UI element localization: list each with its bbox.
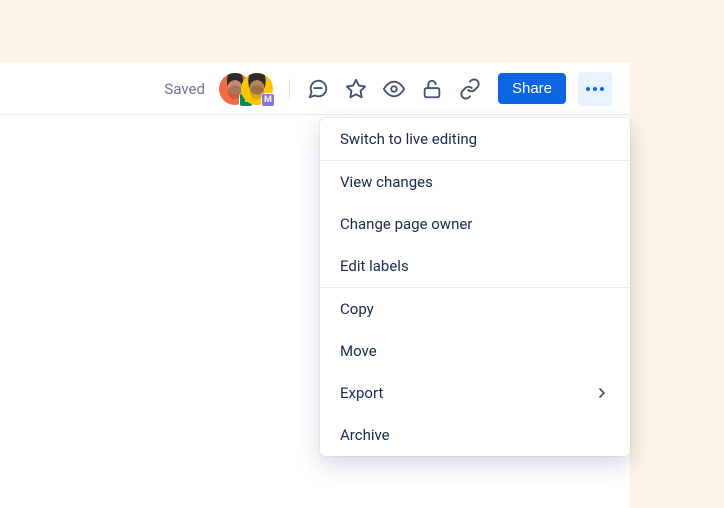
watch-icon[interactable] bbox=[378, 73, 410, 105]
menu-copy[interactable]: Copy bbox=[320, 288, 630, 330]
menu-export[interactable]: Export bbox=[320, 372, 630, 414]
more-icon bbox=[586, 87, 604, 91]
saved-status: Saved bbox=[164, 80, 205, 98]
star-icon[interactable] bbox=[340, 73, 372, 105]
avatar-user-2[interactable]: M bbox=[241, 73, 273, 105]
menu-item-label: Archive bbox=[340, 426, 390, 444]
menu-change-page-owner[interactable]: Change page owner bbox=[320, 203, 630, 245]
menu-item-label: Move bbox=[340, 342, 377, 360]
share-button[interactable]: Share bbox=[498, 73, 566, 104]
menu-item-label: Edit labels bbox=[340, 257, 409, 275]
unlock-icon[interactable] bbox=[416, 73, 448, 105]
menu-item-label: Change page owner bbox=[340, 215, 472, 233]
menu-edit-labels[interactable]: Edit labels bbox=[320, 245, 630, 287]
menu-switch-live-editing[interactable]: Switch to live editing bbox=[320, 118, 630, 160]
page-toolbar: Saved I M Share bbox=[0, 63, 630, 115]
menu-item-label: Export bbox=[340, 384, 383, 402]
presence-avatars: I M bbox=[219, 73, 273, 105]
chevron-right-icon bbox=[594, 385, 610, 401]
comment-icon[interactable] bbox=[302, 73, 334, 105]
menu-item-label: View changes bbox=[340, 173, 433, 191]
link-icon[interactable] bbox=[454, 73, 486, 105]
more-actions-button[interactable] bbox=[578, 72, 612, 106]
menu-item-label: Copy bbox=[340, 300, 374, 318]
more-actions-menu: Switch to live editing View changes Chan… bbox=[320, 118, 630, 456]
toolbar-divider bbox=[289, 79, 290, 99]
menu-view-changes[interactable]: View changes bbox=[320, 161, 630, 203]
menu-item-label: Switch to live editing bbox=[340, 130, 477, 148]
menu-move[interactable]: Move bbox=[320, 330, 630, 372]
avatar-badge-2: M bbox=[261, 93, 275, 107]
menu-archive[interactable]: Archive bbox=[320, 414, 630, 456]
